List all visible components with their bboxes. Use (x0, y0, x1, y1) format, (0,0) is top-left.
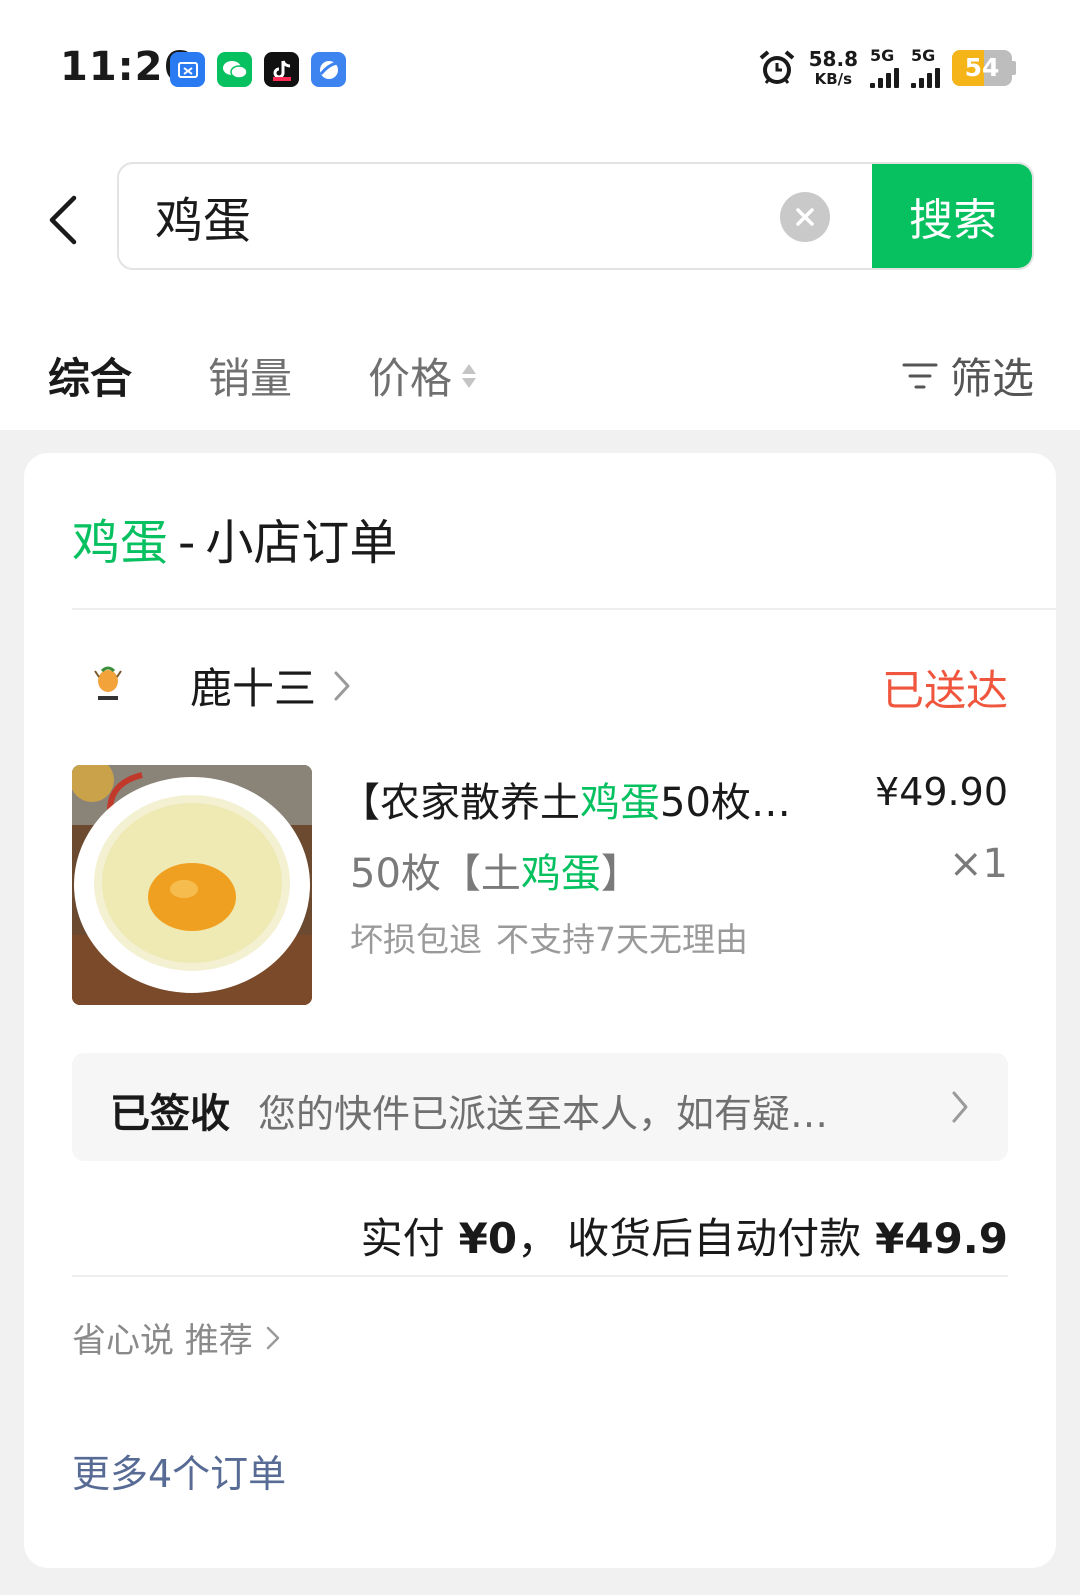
close-icon (796, 208, 814, 226)
chevron-right-icon (266, 1326, 280, 1349)
chevron-right-icon (334, 671, 350, 700)
chevron-left-icon (49, 195, 77, 245)
shop-row: 鹿十三 已送达 (72, 653, 1008, 716)
signal-bars-icon (870, 66, 899, 88)
sim1-signal: 5G (870, 48, 899, 88)
order-card: 鸡蛋 - 小店订单 鹿十三 已送达 【农家散养土鸡蛋50枚… ¥49.90 50… (24, 453, 1056, 1568)
product-title-suffix: 50枚… (660, 780, 791, 826)
tab-sales[interactable]: 销量 (208, 345, 292, 406)
card-title: 鸡蛋 - 小店订单 (72, 503, 397, 573)
search-header: 搜索 综合 销量 价格 筛选 (0, 140, 1080, 430)
logistics-status: 已签收 (110, 1091, 230, 1137)
product-tag: 坏损包退 (350, 920, 482, 959)
card-title-text: 小店订单 (205, 515, 398, 571)
product-title: 【农家散养土鸡蛋50枚… (340, 770, 820, 828)
tab-comprehensive[interactable]: 综合 (48, 345, 132, 406)
product-spec: 50枚【土鸡蛋】 (350, 841, 641, 899)
douyin-icon (264, 52, 299, 87)
logistics-row[interactable]: 已签收 您的快件已派送至本人，如有疑… (72, 1053, 1008, 1161)
browser-icon (311, 52, 346, 87)
search-input[interactable] (155, 186, 735, 246)
shop-name: 鹿十三 (190, 664, 317, 713)
filter-icon (902, 363, 938, 388)
search-box: 搜索 (117, 162, 1034, 270)
product-spec-prefix: 50枚【土 (350, 851, 521, 897)
product-price: ¥49.90 (875, 770, 1008, 814)
product-quantity: ×1 (949, 841, 1008, 887)
logistics-text: 您的快件已派送至本人，如有疑… (258, 1092, 829, 1136)
signal-bars-icon (911, 66, 940, 88)
product-item[interactable]: 【农家散养土鸡蛋50枚… ¥49.90 50枚【土鸡蛋】 ×1 坏损包退 不支持… (72, 765, 1008, 1005)
product-image (72, 765, 312, 1005)
screenshot-app-icon (170, 52, 205, 87)
product-spec-suffix: 】 (600, 851, 641, 897)
filter-button[interactable]: 筛选 (902, 345, 1034, 406)
auto-pay-label: 收货后自动付款 (567, 1214, 862, 1263)
product-title-keyword: 鸡蛋 (580, 780, 660, 826)
status-right: 58.8 KB/s 5G 5G 54 (757, 48, 1016, 88)
card-title-separator: - (178, 515, 196, 571)
tab-price[interactable]: 价格 (368, 345, 477, 406)
recommend-label: 省心说 推荐 (72, 1321, 253, 1361)
back-button[interactable] (40, 190, 90, 250)
clear-search-button[interactable] (780, 192, 830, 242)
status-bar: 11:26 58.8 KB/s 5G 5G 54 (0, 0, 1080, 140)
battery-body: 54 (952, 50, 1012, 86)
chevron-right-icon (952, 1091, 968, 1123)
product-tag: 不支持7天无理由 (496, 920, 748, 959)
shop-logo (94, 666, 122, 700)
sim2-signal: 5G (911, 48, 940, 88)
card-title-keyword: 鸡蛋 (72, 515, 169, 571)
notification-icons (170, 52, 346, 87)
divider (72, 608, 1056, 610)
network-speed: 58.8 KB/s (808, 47, 858, 88)
sort-arrows-icon (462, 363, 477, 388)
order-status: 已送达 (881, 666, 1008, 715)
shop-name-link[interactable]: 鹿十三 (190, 655, 352, 716)
recommend-link[interactable]: 省心说 推荐 (72, 1313, 281, 1362)
wechat-icon (217, 52, 252, 87)
divider (72, 1275, 1008, 1277)
payment-summary: 实付 ¥0 ， 收货后自动付款 ¥49.9 (361, 1205, 1008, 1266)
auto-pay-amount: ¥49.9 (875, 1214, 1008, 1263)
sort-bar: 综合 销量 价格 筛选 (0, 325, 1080, 415)
battery-icon: 54 (952, 50, 1016, 86)
pay-label: 实付 (360, 1214, 445, 1263)
more-orders-link[interactable]: 更多4个订单 (72, 1443, 286, 1498)
alarm-icon (759, 50, 794, 84)
product-tags: 坏损包退 不支持7天无理由 (350, 913, 748, 961)
battery-tip (1012, 61, 1016, 75)
product-title-prefix: 【农家散养土 (340, 780, 580, 826)
pay-amount: ¥0 (458, 1214, 518, 1263)
product-spec-keyword: 鸡蛋 (520, 851, 601, 897)
pay-separator: ， (517, 1214, 560, 1263)
search-button[interactable]: 搜索 (872, 164, 1032, 268)
filter-label: 筛选 (949, 354, 1034, 403)
tab-price-label: 价格 (368, 354, 453, 403)
